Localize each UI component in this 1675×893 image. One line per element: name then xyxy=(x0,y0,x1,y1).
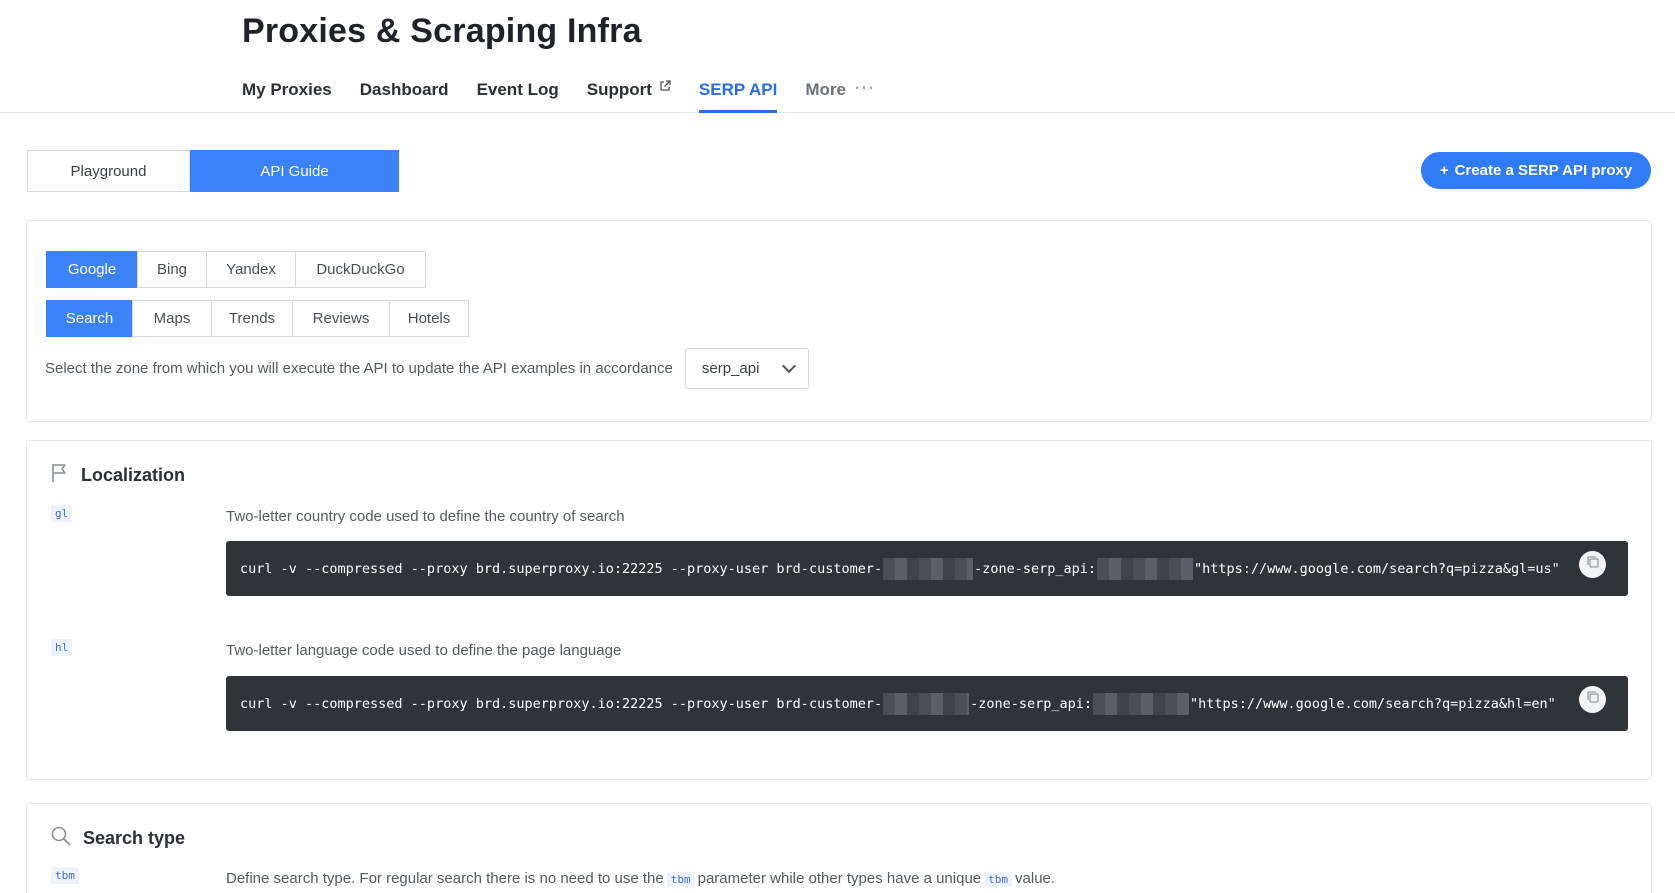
search-type-panel: Search type tbm Define search type. For … xyxy=(26,803,1652,893)
nav-tab-event-log[interactable]: Event Log xyxy=(477,78,559,113)
type-tab-hotels[interactable]: Hotels xyxy=(389,300,469,337)
plus-icon: + xyxy=(1439,162,1449,179)
page-header: Proxies & Scraping Infra My Proxies Dash… xyxy=(0,0,1675,113)
chevron-down-icon xyxy=(781,358,796,374)
engine-tab-bing[interactable]: Bing xyxy=(137,251,207,288)
nav-tab-more[interactable]: More ··· xyxy=(805,78,876,113)
redacted-customer-id xyxy=(883,557,974,580)
inline-code: tbm xyxy=(984,872,1013,887)
mode-toggle: Playground API Guide xyxy=(27,150,399,192)
type-tab-reviews[interactable]: Reviews xyxy=(292,300,390,337)
nav-tab-support[interactable]: Support xyxy=(587,78,671,113)
nav-tab-my-proxies[interactable]: My Proxies xyxy=(242,78,332,113)
engine-tab-google[interactable]: Google xyxy=(46,251,138,288)
engine-tab-duckduckgo[interactable]: DuckDuckGo xyxy=(295,251,426,288)
external-link-icon xyxy=(659,80,671,95)
param-description: Two-letter country code used to define t… xyxy=(226,508,625,525)
nav-tab-serp-api[interactable]: SERP API xyxy=(698,78,778,113)
localization-header: Localization xyxy=(51,463,185,488)
copy-icon xyxy=(1586,555,1600,574)
type-tab-maps[interactable]: Maps xyxy=(132,300,212,337)
copy-icon xyxy=(1586,690,1600,709)
zone-dropdown[interactable]: serp_api xyxy=(684,348,809,389)
zone-label: Select the zone from which you will exec… xyxy=(45,360,673,377)
param-tag-tbm: tbm xyxy=(51,867,79,884)
param-tag-hl: hl xyxy=(51,639,73,656)
inline-code: tbm xyxy=(666,872,695,887)
zone-row: Select the zone from which you will exec… xyxy=(45,348,809,389)
engine-tab-yandex[interactable]: Yandex xyxy=(206,251,296,288)
code-text: curl -v --compressed --proxy brd.superpr… xyxy=(240,692,1556,715)
redacted-customer-id xyxy=(883,692,970,715)
search-type-header: Search type xyxy=(51,826,185,851)
engine-selection-panel: Google Bing Yandex DuckDuckGo Search Map… xyxy=(26,220,1652,422)
copy-button[interactable] xyxy=(1579,551,1606,578)
search-icon xyxy=(51,826,71,851)
param-tag-gl: gl xyxy=(51,505,73,522)
redacted-password xyxy=(1097,557,1194,580)
param-description: Two-letter language code used to define … xyxy=(226,642,622,659)
main-nav: My Proxies Dashboard Event Log Support S… xyxy=(242,78,904,113)
search-type-selector: Search Maps Trends Reviews Hotels xyxy=(46,300,469,337)
page-title: Proxies & Scraping Infra xyxy=(242,12,642,50)
create-serp-api-proxy-button[interactable]: + Create a SERP API proxy xyxy=(1421,152,1651,189)
type-tab-search[interactable]: Search xyxy=(46,300,133,337)
code-text: curl -v --compressed --proxy brd.superpr… xyxy=(240,557,1560,580)
code-block: curl -v --compressed --proxy brd.superpr… xyxy=(226,676,1628,731)
localization-panel: Localization gl Two-letter country code … xyxy=(26,440,1652,780)
api-guide-tab[interactable]: API Guide xyxy=(190,150,399,192)
flag-icon xyxy=(51,463,69,488)
type-tab-trends[interactable]: Trends xyxy=(211,300,293,337)
section-title: Search type xyxy=(83,828,186,848)
playground-tab[interactable]: Playground xyxy=(27,150,190,192)
section-title: Localization xyxy=(81,465,186,485)
nav-tab-dashboard[interactable]: Dashboard xyxy=(360,78,449,113)
more-dots-icon: ··· xyxy=(854,80,876,97)
engine-selector: Google Bing Yandex DuckDuckGo xyxy=(46,251,426,288)
param-description: Define search type. For regular search t… xyxy=(226,870,1056,887)
copy-button[interactable] xyxy=(1579,686,1606,713)
code-block: curl -v --compressed --proxy brd.superpr… xyxy=(226,541,1628,596)
redacted-password xyxy=(1093,692,1190,715)
